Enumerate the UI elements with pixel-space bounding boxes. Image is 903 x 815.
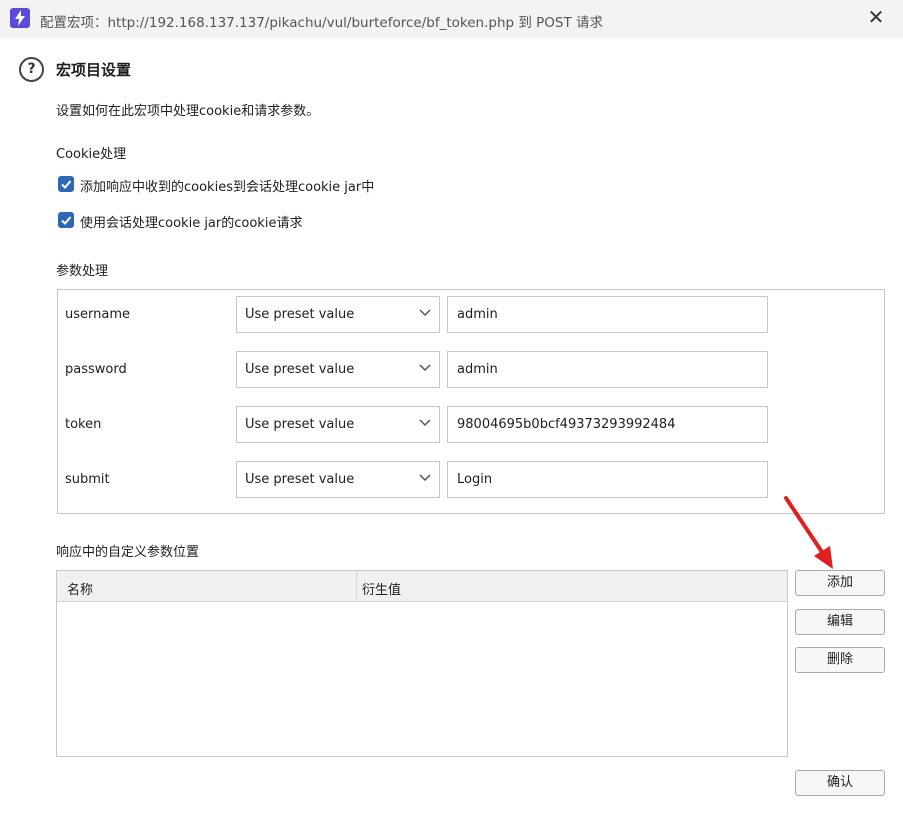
param-mode-value: Use preset value <box>245 472 355 487</box>
param-row-submit: submit Use preset value Login <box>58 461 884 499</box>
annotation-arrow-icon <box>784 496 833 569</box>
param-value-text: 98004695b0bcf49373293992484 <box>457 417 676 432</box>
param-mode-value: Use preset value <box>245 362 355 377</box>
param-value-text: admin <box>457 307 498 322</box>
param-value-input[interactable]: admin <box>447 296 768 333</box>
cookie-option-label: 使用会话处理cookie jar的cookie请求 <box>80 216 303 231</box>
chevron-down-icon <box>419 364 431 372</box>
help-icon[interactable]: ? <box>19 57 44 82</box>
chevron-down-icon <box>419 474 431 482</box>
column-header-name[interactable]: 名称 <box>67 579 93 598</box>
param-mode-select[interactable]: Use preset value <box>236 296 440 333</box>
edit-button[interactable]: 编辑 <box>795 609 885 635</box>
chevron-down-icon <box>419 309 431 317</box>
param-value-text: admin <box>457 362 498 377</box>
burp-app-icon <box>10 8 30 28</box>
param-name: submit <box>65 472 110 487</box>
param-name: password <box>65 362 127 377</box>
param-name: token <box>65 417 102 432</box>
param-value-input[interactable]: Login <box>447 461 768 498</box>
title-bar: 配置宏项：http://192.168.137.137/pikachu/vul/… <box>0 0 903 38</box>
param-section-label: 参数处理 <box>56 264 109 279</box>
param-panel: username Use preset value admin password… <box>57 289 885 514</box>
param-row-username: username Use preset value admin <box>58 296 884 334</box>
cookie-section-label: Cookie处理 <box>56 147 127 162</box>
dialog-description: 设置如何在此宏项中处理cookie和请求参数。 <box>56 104 320 119</box>
param-row-token: token Use preset value 98004695b0bcf4937… <box>58 406 884 444</box>
param-mode-value: Use preset value <box>245 417 355 432</box>
column-header-derived-value[interactable]: 衍生值 <box>362 579 401 598</box>
chevron-down-icon <box>419 419 431 427</box>
param-mode-select[interactable]: Use preset value <box>236 406 440 443</box>
cookie-option-label: 添加响应中收到的cookies到会话处理cookie jar中 <box>80 180 375 195</box>
param-name: username <box>65 307 130 322</box>
param-value-text: Login <box>457 472 493 487</box>
param-row-password: password Use preset value admin <box>58 351 884 389</box>
checkbox-checked-icon[interactable] <box>58 176 74 192</box>
checkbox-checked-icon[interactable] <box>58 212 74 228</box>
custom-section-label: 响应中的自定义参数位置 <box>56 545 200 560</box>
param-mode-select[interactable]: Use preset value <box>236 351 440 388</box>
custom-param-table[interactable]: 名称 衍生值 <box>56 570 788 757</box>
delete-button[interactable]: 删除 <box>795 647 885 673</box>
column-divider[interactable] <box>356 571 357 601</box>
table-header: 名称 衍生值 <box>57 571 787 602</box>
window-title: 配置宏项：http://192.168.137.137/pikachu/vul/… <box>40 15 604 31</box>
dialog-heading: 宏项目设置 <box>56 61 132 79</box>
param-mode-select[interactable]: Use preset value <box>236 461 440 498</box>
param-mode-value: Use preset value <box>245 307 355 322</box>
close-icon[interactable]: ✕ <box>864 6 888 30</box>
param-value-input[interactable]: admin <box>447 351 768 388</box>
param-value-input[interactable]: 98004695b0bcf49373293992484 <box>447 406 768 443</box>
ok-button[interactable]: 确认 <box>795 770 885 796</box>
